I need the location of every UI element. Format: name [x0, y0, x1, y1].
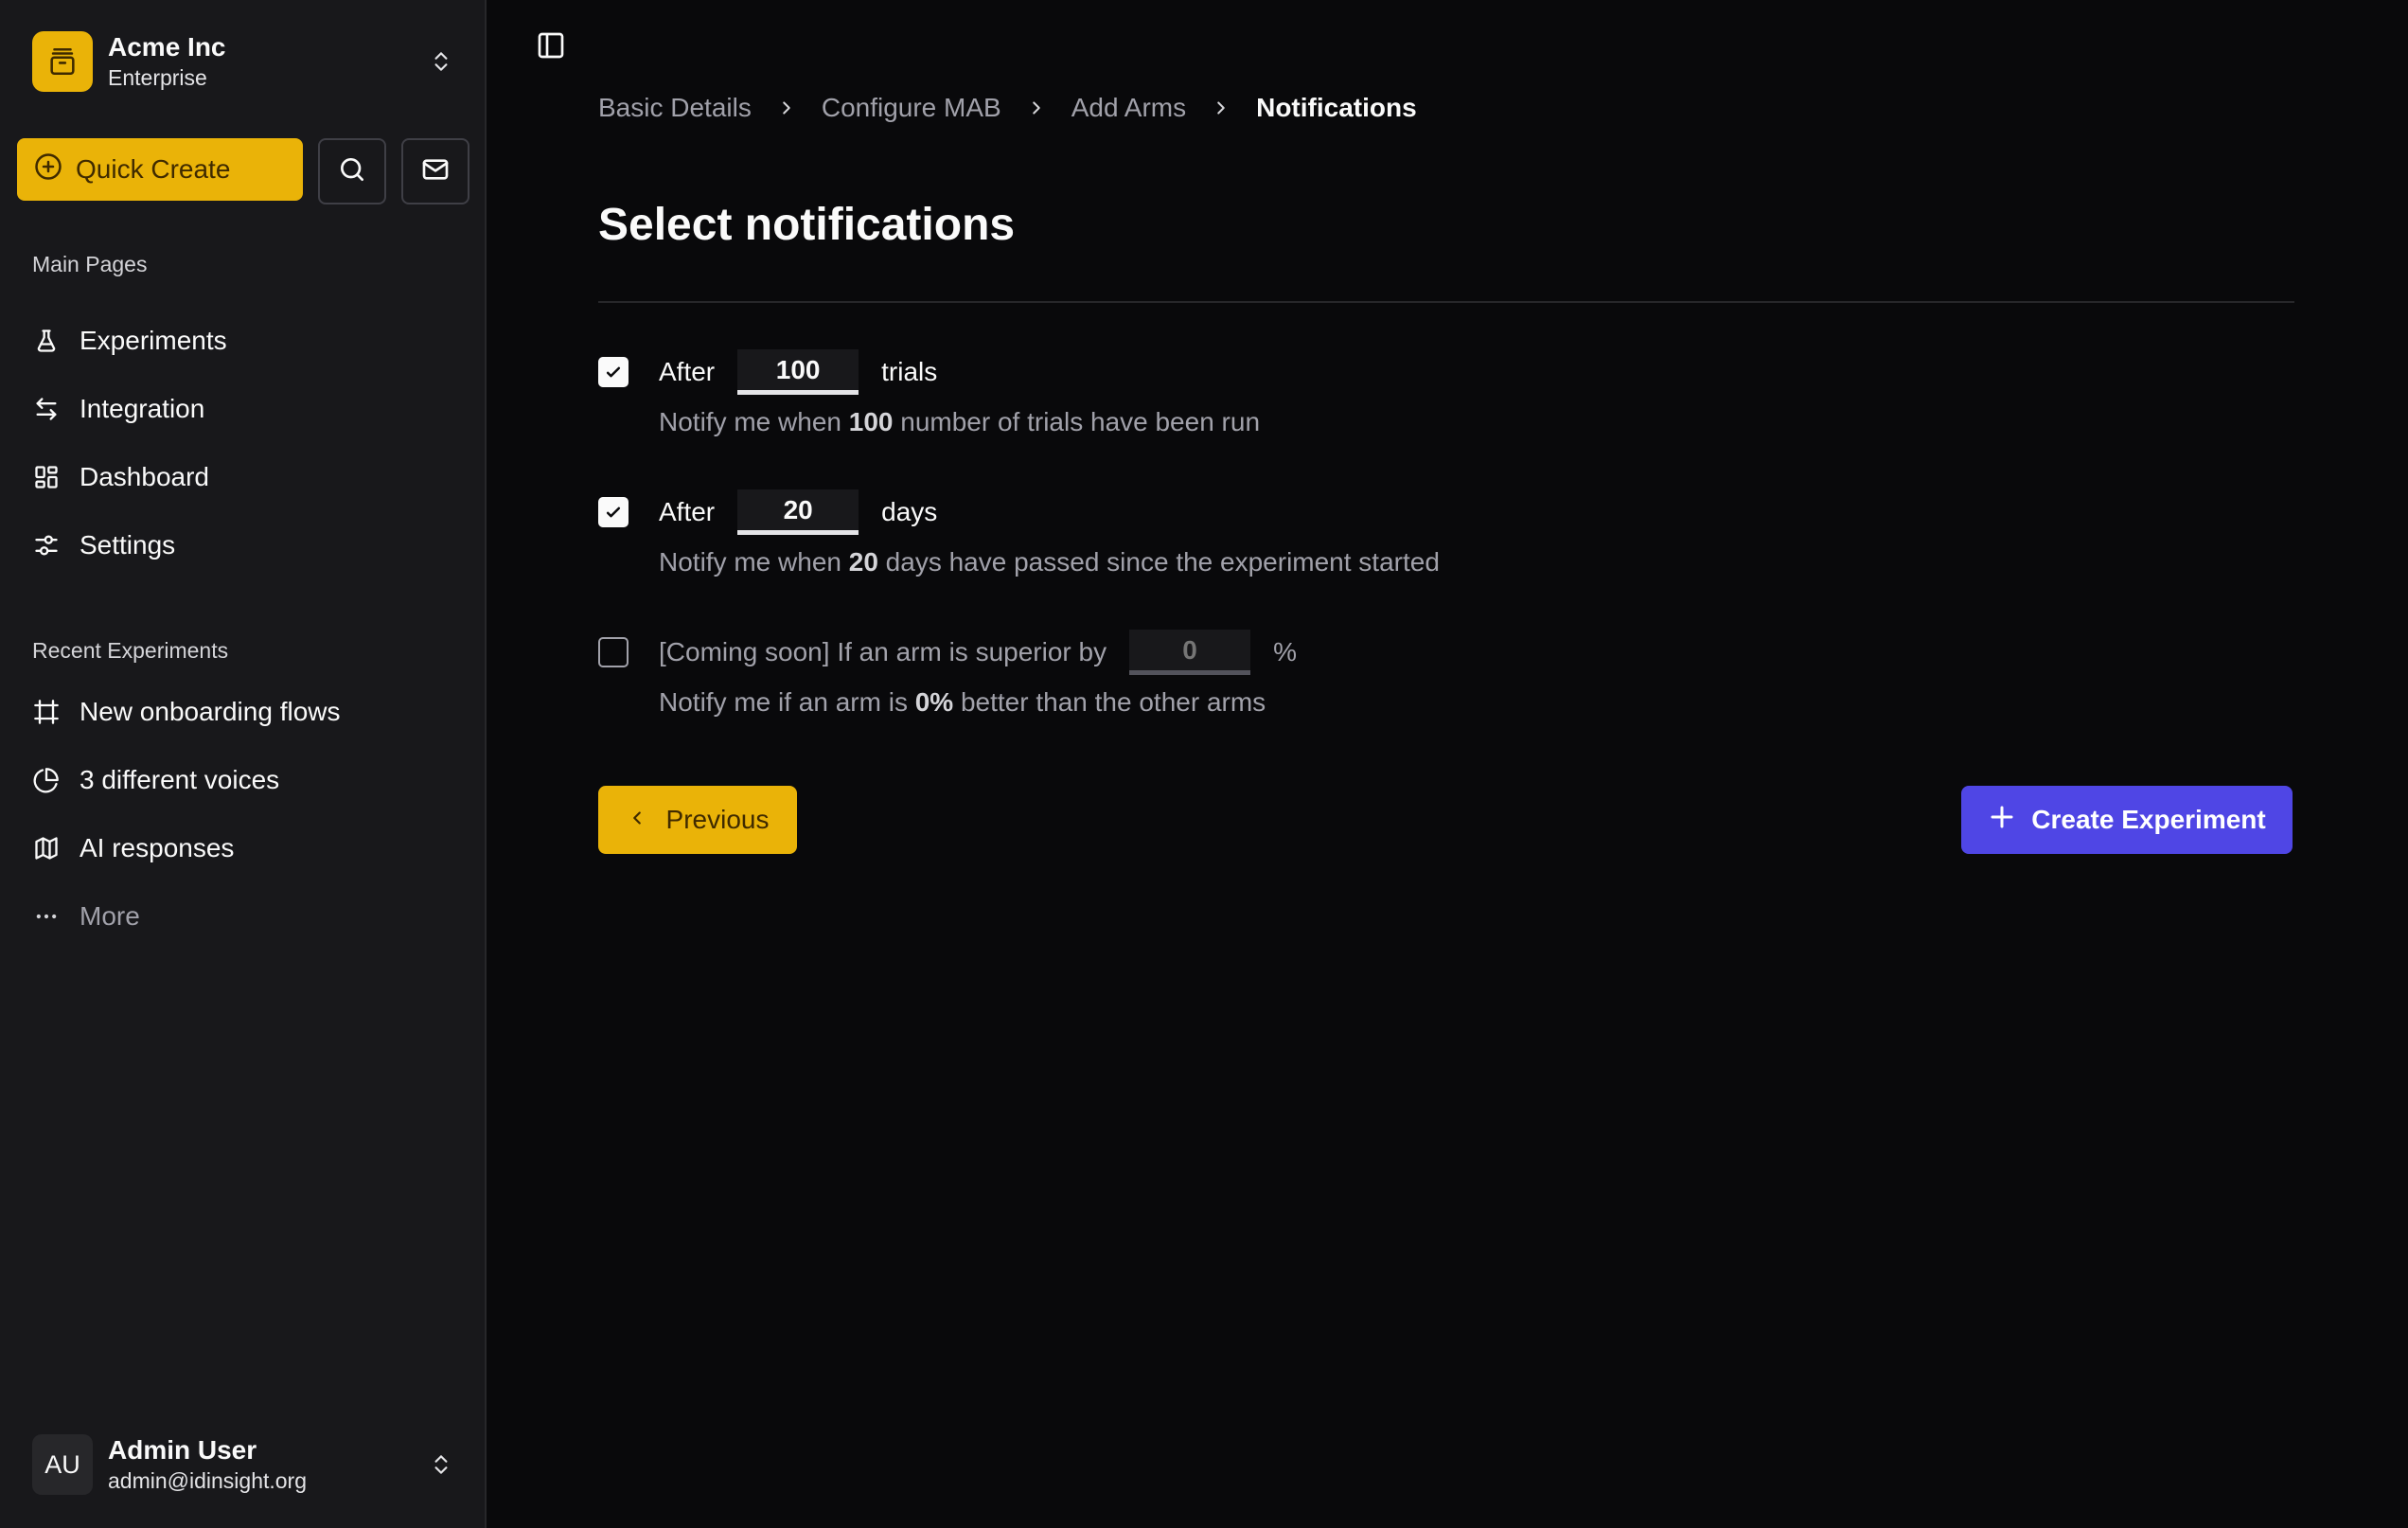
notify-days-checkbox[interactable] — [598, 497, 629, 527]
org-switcher[interactable]: Acme Inc Enterprise — [32, 30, 458, 93]
desc-text: Notify me if an arm is — [659, 687, 915, 717]
sidebar-item-more[interactable]: More — [32, 882, 458, 951]
user-text: Admin User admin@idinsight.org — [108, 1434, 424, 1495]
quick-create-button[interactable]: Quick Create — [17, 138, 303, 201]
sidebar-item-label: More — [80, 901, 140, 931]
breadcrumb-basic-details[interactable]: Basic Details — [598, 93, 752, 123]
desc-text: days have passed since the experiment st… — [877, 547, 1440, 577]
desc-text: Notify me when — [659, 407, 849, 436]
quick-actions: Quick Create — [17, 138, 469, 204]
sidebar-item-label: Settings — [80, 530, 176, 560]
user-menu[interactable]: AU Admin User admin@idinsight.org — [32, 1431, 458, 1498]
previous-button[interactable]: Previous — [598, 786, 797, 854]
sidebar-item-label: Dashboard — [80, 462, 209, 491]
notify-days-prefix: After — [659, 497, 716, 526]
plus-icon — [1988, 803, 2016, 838]
chevrons-up-down-icon — [424, 1448, 458, 1482]
breadcrumb-add-arms[interactable]: Add Arms — [1071, 93, 1186, 123]
sidebar-item-new-onboarding-flows[interactable]: New onboarding flows — [32, 678, 458, 746]
sidebar-item-settings[interactable]: Settings — [32, 511, 458, 579]
org-name: Acme Inc — [108, 32, 226, 62]
sidebar-toggle-button[interactable] — [532, 28, 570, 66]
dashboard-grid-icon — [32, 463, 61, 491]
sidebar-item-dashboard[interactable]: Dashboard — [32, 443, 458, 511]
notify-superior-description: Notify me if an arm is 0% better than th… — [659, 687, 1297, 718]
org-plan: Enterprise — [108, 65, 207, 90]
notify-days-unit: days — [881, 497, 938, 526]
notify-superior-option: [Coming soon] If an arm is superior by %… — [598, 629, 1297, 718]
user-name: Admin User — [108, 1435, 257, 1465]
notify-trials-description: Notify me when 100 number of trials have… — [659, 407, 1260, 437]
notify-superior-prefix: [Coming soon] If an arm is superior by — [659, 637, 1107, 666]
inbox-button[interactable] — [401, 138, 469, 204]
trials-count-input[interactable] — [737, 349, 859, 395]
notify-superior-checkbox[interactable] — [598, 637, 629, 667]
superior-percent-input[interactable] — [1129, 630, 1251, 675]
sidebar-item-label: AI responses — [80, 833, 235, 862]
panel-left-icon — [536, 30, 566, 65]
quick-create-label: Quick Create — [76, 154, 231, 184]
sidebar-item-ai-responses[interactable]: AI responses — [32, 814, 458, 882]
recent-nav: New onboarding flows 3 different voices … — [32, 678, 458, 951]
mail-icon — [420, 154, 451, 189]
app-root: Acme Inc Enterprise Quick Create Main Pa… — [0, 0, 2408, 1528]
user-email: admin@idinsight.org — [108, 1468, 308, 1493]
notify-trials-unit: trials — [881, 357, 938, 386]
check-icon — [606, 366, 621, 378]
box-icon — [32, 31, 93, 92]
check-icon — [606, 506, 621, 518]
main-content: Basic Details Configure MAB Add Arms Not… — [487, 0, 2408, 1528]
recent-experiments-label: Recent Experiments — [32, 638, 229, 663]
days-count-input[interactable] — [737, 489, 859, 535]
frame-icon — [32, 698, 61, 726]
search-button[interactable] — [318, 138, 386, 204]
desc-text: number of trials have been run — [893, 407, 1261, 436]
map-icon — [32, 834, 61, 862]
chevron-right-icon — [1211, 98, 1231, 118]
sidebar-item-label: New onboarding flows — [80, 697, 341, 726]
org-text: Acme Inc Enterprise — [108, 31, 424, 92]
arrows-left-right-icon — [32, 395, 61, 423]
create-experiment-button[interactable]: Create Experiment — [1961, 786, 2293, 854]
sidebar: Acme Inc Enterprise Quick Create Main Pa… — [0, 0, 487, 1528]
main-pages-label: Main Pages — [32, 252, 148, 276]
notify-days-option: After days Notify me when 20 days have p… — [598, 489, 1440, 577]
sidebar-item-integration[interactable]: Integration — [32, 375, 458, 443]
sidebar-item-3-different-voices[interactable]: 3 different voices — [32, 746, 458, 814]
main-nav: Experiments Integration Dashboard Settin… — [32, 307, 458, 579]
notify-days-description: Notify me when 20 days have passed since… — [659, 547, 1440, 577]
breadcrumb-current: Notifications — [1256, 93, 1417, 122]
create-experiment-label: Create Experiment — [2031, 805, 2266, 834]
search-icon — [337, 154, 367, 189]
desc-value: 100 — [848, 407, 894, 436]
pie-chart-icon — [32, 766, 61, 794]
plus-circle-icon — [34, 152, 62, 187]
desc-value: 0% — [914, 687, 954, 717]
avatar: AU — [32, 1434, 93, 1495]
notify-superior-unit: % — [1273, 637, 1297, 666]
chevron-left-icon — [627, 805, 647, 835]
more-horizontal-icon — [32, 902, 61, 931]
flask-icon — [32, 327, 61, 355]
sidebar-item-label: Experiments — [80, 326, 227, 355]
sidebar-item-label: 3 different voices — [80, 765, 280, 794]
divider — [598, 301, 2294, 303]
chevron-right-icon — [776, 98, 797, 118]
notify-trials-checkbox[interactable] — [598, 357, 629, 387]
notify-trials-prefix: After — [659, 357, 716, 386]
sliders-icon — [32, 531, 61, 560]
sidebar-item-experiments[interactable]: Experiments — [32, 307, 458, 375]
desc-text: Notify me when — [659, 547, 849, 577]
breadcrumb-configure-mab[interactable]: Configure MAB — [822, 93, 1001, 123]
desc-value: 20 — [848, 547, 878, 577]
page-title: Select notifications — [598, 200, 1016, 250]
sidebar-item-label: Integration — [80, 394, 205, 423]
chevron-right-icon — [1026, 98, 1047, 118]
notify-trials-option: After trials Notify me when 100 number o… — [598, 348, 1260, 437]
previous-label: Previous — [665, 805, 770, 834]
desc-text: better than the other arms — [953, 687, 1266, 717]
breadcrumb: Basic Details Configure MAB Add Arms Not… — [598, 93, 1417, 123]
chevrons-up-down-icon — [424, 44, 458, 79]
